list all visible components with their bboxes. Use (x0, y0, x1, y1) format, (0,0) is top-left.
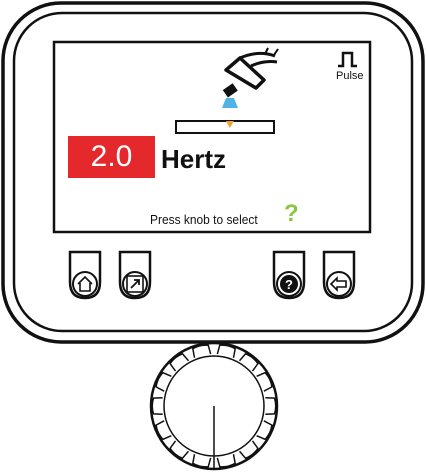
help-mark-icon: ? (284, 200, 299, 227)
progress-bar (175, 120, 275, 134)
svg-text:?: ? (285, 277, 293, 292)
value-display: 2.0 (68, 136, 155, 178)
mode-label: Pulse (336, 70, 364, 82)
selector-knob[interactable] (149, 341, 279, 471)
home-button[interactable] (68, 250, 102, 300)
help-button[interactable]: ? (272, 250, 306, 300)
shortcut-button[interactable] (118, 250, 152, 300)
unit-label: Hertz (161, 144, 227, 174)
back-button[interactable] (322, 250, 356, 300)
hint-text: Press knob to select (150, 212, 258, 227)
help-icon: ? (280, 275, 298, 293)
